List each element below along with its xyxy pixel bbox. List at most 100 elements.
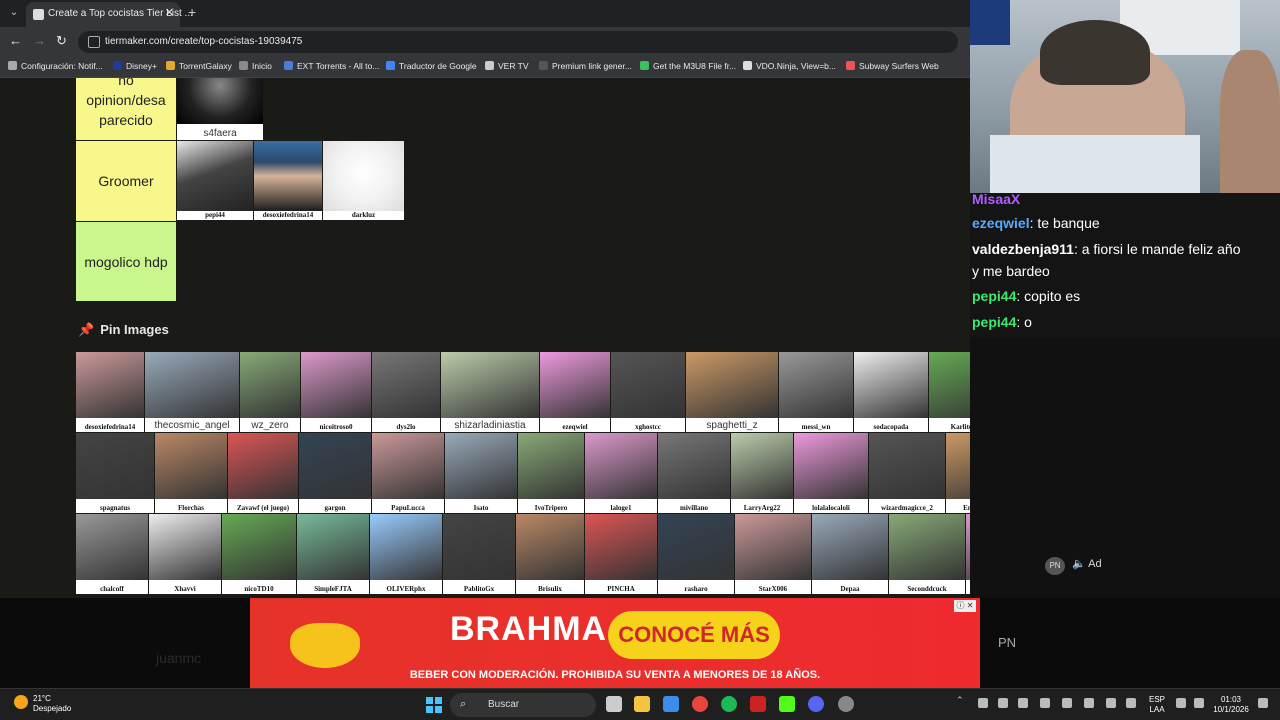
- task-view-icon[interactable]: [606, 696, 622, 712]
- tray-discord-icon[interactable]: [998, 698, 1008, 708]
- pool-image-item[interactable]: sodacopada: [854, 352, 928, 432]
- pool-image-item[interactable]: Xhavvi: [149, 514, 221, 594]
- pool-image-item[interactable]: Emaidana09: [946, 433, 970, 513]
- network-icon[interactable]: [1176, 698, 1186, 708]
- pool-image-item[interactable]: xghostcc: [611, 352, 685, 432]
- clock[interactable]: 01:03 10/1/2026: [1208, 695, 1254, 715]
- pool-image-item[interactable]: LarryArg22: [731, 433, 793, 513]
- active-tab[interactable]: Create a Top cocistas Tier List ... ✕: [26, 2, 193, 27]
- tier-image-item[interactable]: s4faera: [177, 78, 263, 140]
- weather-widget[interactable]: 21°C Despejado: [33, 694, 71, 714]
- item-caption: ezeqwiel: [562, 423, 588, 431]
- photos-icon[interactable]: [663, 696, 679, 712]
- pool-image-item[interactable]: desoxiefedrina14: [76, 352, 144, 432]
- notifications-icon[interactable]: [1258, 698, 1268, 708]
- pool-image-item[interactable]: dys2lo: [372, 352, 440, 432]
- pool-image-item[interactable]: StarX006: [735, 514, 811, 594]
- pool-image-item[interactable]: PINCHA: [585, 514, 657, 594]
- weather-icon[interactable]: [14, 695, 28, 709]
- tray-app-icon[interactable]: [1018, 698, 1028, 708]
- pool-image-item[interactable]: shizarladiniastia: [441, 352, 539, 432]
- tray-app-icon[interactable]: [978, 698, 988, 708]
- pool-image-item[interactable]: gargon: [299, 433, 371, 513]
- pool-image-item[interactable]: wz_zero: [240, 352, 300, 432]
- item-caption: LarryArg22: [743, 504, 781, 512]
- item-caption: chalcoff: [100, 585, 124, 593]
- pool-image-item[interactable]: Depaa: [812, 514, 888, 594]
- bookmark-item[interactable]: TorrentGalaxy: [166, 61, 232, 71]
- tier-image-item[interactable]: darkluz: [323, 141, 404, 220]
- tray-app-icon[interactable]: [1106, 698, 1116, 708]
- tray-app-icon[interactable]: [1040, 698, 1050, 708]
- new-tab-icon[interactable]: +: [188, 4, 196, 20]
- bookmark-item[interactable]: Configuración: Notif...: [8, 61, 103, 71]
- pool-image-item[interactable]: tecmax101: [966, 514, 970, 594]
- pool-image-item[interactable]: SimpleFJTA: [297, 514, 369, 594]
- volume-icon[interactable]: [1194, 698, 1204, 708]
- pool-image-item[interactable]: nicoTD10: [222, 514, 296, 594]
- tray-chevron-icon[interactable]: ⌃: [956, 695, 966, 705]
- pool-image-item[interactable]: Seconddcuck: [889, 514, 965, 594]
- screen: { "browser": { "tab_title": "Create a To…: [0, 0, 1280, 720]
- pool-image-item[interactable]: IvoTripero: [518, 433, 584, 513]
- conoce-mas-button[interactable]: CONOCÉ MÁS: [608, 611, 780, 659]
- obs-icon[interactable]: [838, 696, 854, 712]
- windows-start-icon[interactable]: [426, 697, 442, 713]
- pool-image-item[interactable]: OLIVERphx: [370, 514, 442, 594]
- chat-username: pepi44: [972, 288, 1017, 304]
- tier-image-item[interactable]: desoxiefedrina14: [254, 141, 322, 220]
- bookmark-item[interactable]: Get the M3U8 File fr...: [640, 61, 736, 71]
- kick-icon[interactable]: [779, 696, 795, 712]
- language-indicator[interactable]: ESP LAA: [1146, 695, 1168, 715]
- taskbar-search[interactable]: ⌕ Buscar: [450, 693, 596, 717]
- spotify-icon[interactable]: [721, 696, 737, 712]
- pool-image-item[interactable]: Brisulix: [516, 514, 584, 594]
- tab-search-icon[interactable]: ⌄: [5, 4, 23, 22]
- close-tab-icon[interactable]: ✕: [165, 6, 174, 19]
- profile-image: [155, 433, 227, 499]
- cheat-engine-icon[interactable]: [750, 696, 766, 712]
- bookmark-item[interactable]: Premium link gener...: [539, 61, 632, 71]
- pool-image-item[interactable]: wizardmagicce_2: [869, 433, 945, 513]
- pool-image-item[interactable]: lolalalocaloli: [794, 433, 868, 513]
- pool-image-item[interactable]: Karlitoxss: [929, 352, 970, 432]
- chrome-icon[interactable]: [692, 696, 708, 712]
- reload-icon[interactable]: ↻: [56, 33, 67, 49]
- bookmark-item[interactable]: Subway Surfers Web: [846, 61, 939, 71]
- pool-image-item[interactable]: rasharo: [658, 514, 734, 594]
- pool-image-item[interactable]: spagnatus: [76, 433, 154, 513]
- pool-image-item[interactable]: ezeqwiel: [540, 352, 610, 432]
- ad-info-icon[interactable]: ⓘ ✕: [954, 600, 976, 612]
- tray-app-icon[interactable]: [1084, 698, 1094, 708]
- bookmark-item[interactable]: VER TV: [485, 61, 529, 71]
- pool-image-item[interactable]: laloge1: [585, 433, 657, 513]
- pool-image-item[interactable]: thecosmic_angel: [145, 352, 239, 432]
- bookmark-item[interactable]: VDO.Ninja, View=b...: [743, 61, 836, 71]
- address-bar[interactable]: tiermaker.com/create/top-cocistas-190394…: [78, 31, 958, 53]
- ad-pn-icon: PN: [1045, 557, 1065, 575]
- forward-icon[interactable]: →: [33, 33, 46, 48]
- pool-image-item[interactable]: Zavawf (el juego): [228, 433, 298, 513]
- bookmark-item[interactable]: EXT Torrents - All to...: [284, 61, 379, 71]
- back-icon[interactable]: ←: [9, 33, 22, 48]
- pool-image-item[interactable]: Florchas: [155, 433, 227, 513]
- tier-image-item[interactable]: pepi44: [177, 141, 253, 220]
- pool-image-item[interactable]: mivillano: [658, 433, 730, 513]
- pool-image-item[interactable]: messi_wn: [779, 352, 853, 432]
- bookmark-item[interactable]: Inicio: [239, 61, 272, 71]
- tray-steam-icon[interactable]: [1062, 698, 1072, 708]
- pool-image-item[interactable]: PablitoGx: [443, 514, 515, 594]
- site-info-icon[interactable]: [88, 36, 100, 48]
- microphone-icon[interactable]: [1126, 698, 1136, 708]
- pool-image-item[interactable]: spaghetti_z: [686, 352, 778, 432]
- bookmark-item[interactable]: Traductor de Google: [386, 61, 477, 71]
- item-caption: Brisulix: [538, 585, 562, 593]
- brahma-ad-banner[interactable]: BRAHMA CONOCÉ MÁS BEBER CON MODERACIÓN. …: [250, 598, 980, 688]
- pool-image-item[interactable]: chalcoff: [76, 514, 148, 594]
- pool-image-item[interactable]: PapuLucca: [372, 433, 444, 513]
- discord-icon[interactable]: [808, 696, 824, 712]
- pool-image-item[interactable]: Isato: [445, 433, 517, 513]
- file-explorer-icon[interactable]: [634, 696, 650, 712]
- pool-image-item[interactable]: nicoitroso0: [301, 352, 371, 432]
- bookmark-item[interactable]: Disney+: [113, 61, 157, 71]
